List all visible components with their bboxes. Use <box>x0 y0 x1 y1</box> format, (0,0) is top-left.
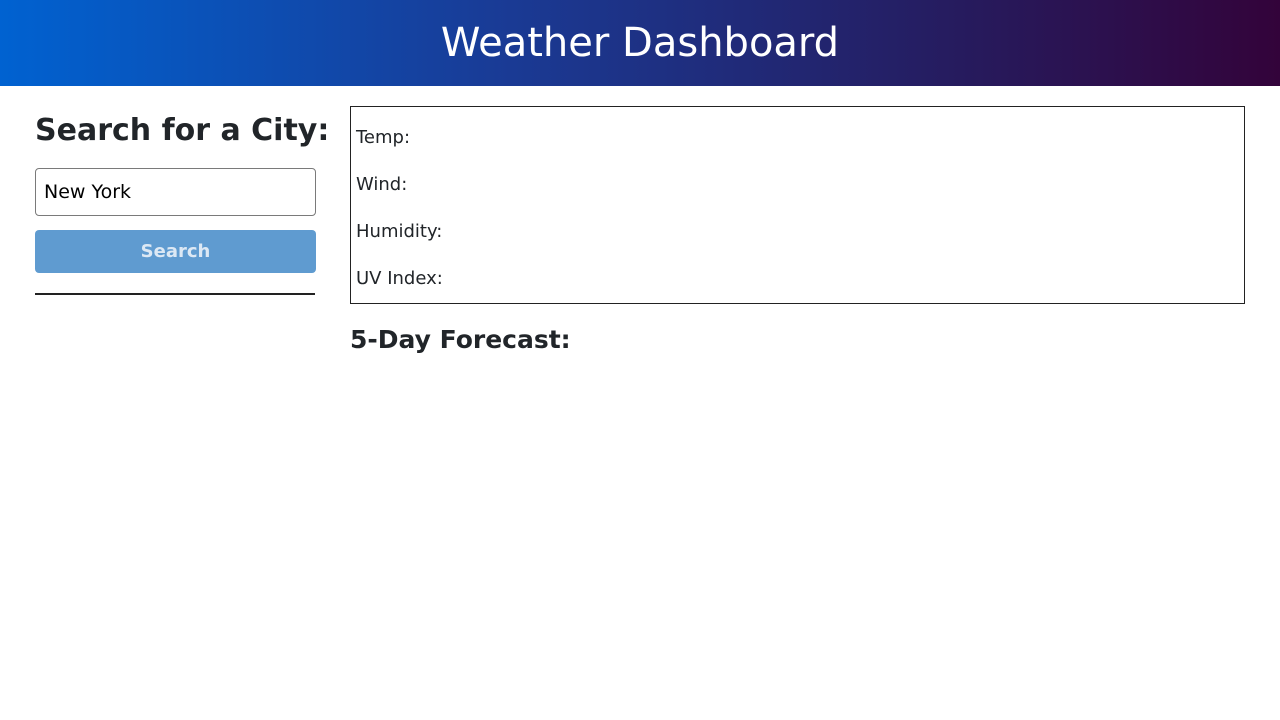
search-heading: Search for a City: <box>35 113 330 148</box>
search-button[interactable]: Search <box>35 230 316 273</box>
uv-index-label: UV Index: <box>356 268 443 289</box>
app-header: Weather Dashboard <box>0 0 1280 86</box>
page-title: Weather Dashboard <box>440 20 840 66</box>
search-panel: Search for a City: Search <box>35 106 330 295</box>
forecast-heading: 5-Day Forecast: <box>350 325 571 354</box>
humidity-label: Humidity: <box>356 221 443 242</box>
city-search-input[interactable] <box>35 168 316 216</box>
search-history-divider <box>35 293 315 295</box>
current-weather-card: Temp: Wind: Humidity: UV Index: <box>350 106 1245 304</box>
wind-label: Wind: <box>356 174 408 195</box>
temp-label: Temp: <box>356 127 411 148</box>
